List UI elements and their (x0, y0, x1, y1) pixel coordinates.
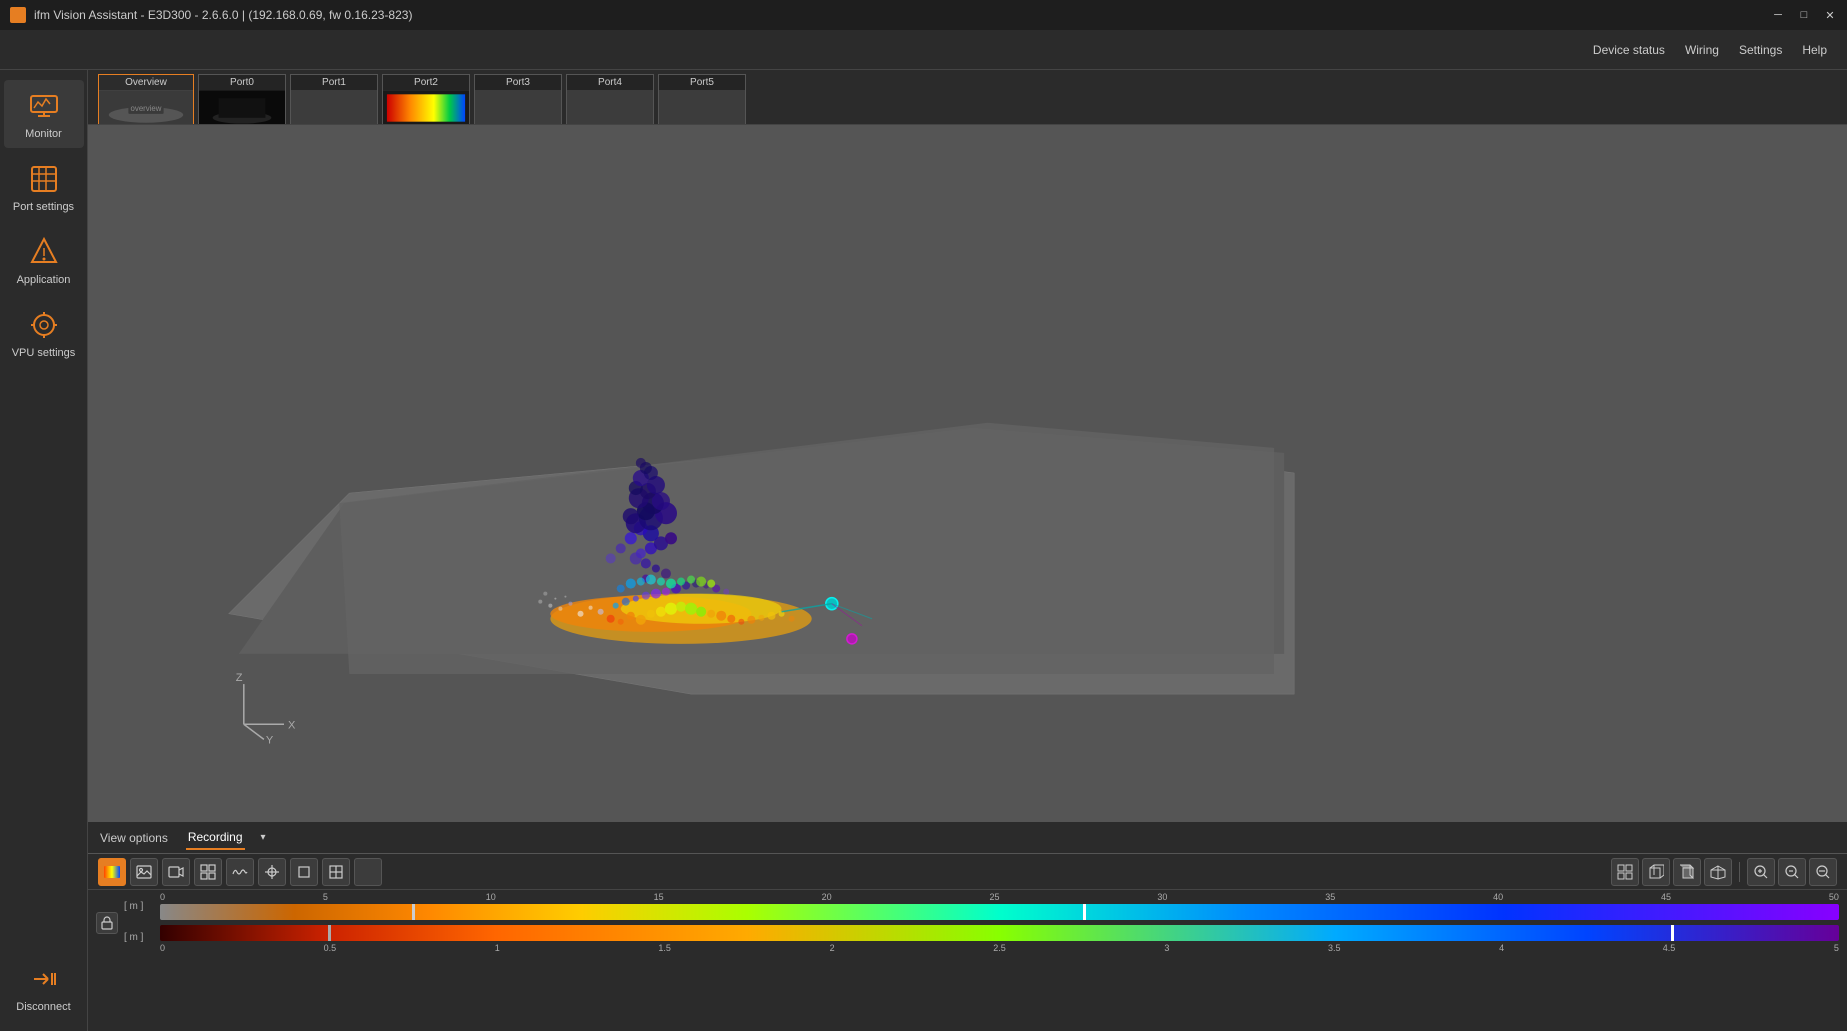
grid-view-button[interactable] (194, 858, 222, 886)
video-record-button[interactable] (162, 858, 190, 886)
port2-thumb (383, 90, 469, 124)
color-map-button[interactable] (98, 858, 126, 886)
port0-tab-label: Port0 (199, 75, 285, 90)
main-layout: Monitor Port settings (0, 70, 1847, 1031)
port1-tab-label: Port1 (291, 75, 377, 90)
bottom-colorbar-left-handle[interactable] (328, 925, 331, 941)
top-scale-numbers: 0 5 10 15 20 25 30 35 40 45 50 (160, 892, 1839, 902)
resize-button[interactable] (322, 858, 350, 886)
sidebar-item-application[interactable]: Application (4, 226, 84, 294)
square-select-button[interactable] (290, 858, 318, 886)
bottom-tabs: View options Recording ▾ (88, 822, 1847, 854)
colorbar-left-handle[interactable] (412, 904, 415, 920)
3d-viewport[interactable]: X Y Z (88, 125, 1847, 821)
fit-view-button[interactable] (1778, 858, 1806, 886)
tab-overview[interactable]: Overview overview (98, 74, 194, 124)
bottom-toolbar (88, 854, 1847, 890)
monitor-icon (26, 88, 62, 124)
port4-thumb (567, 90, 653, 124)
tab-port1[interactable]: Port1 (290, 74, 378, 124)
port5-thumb (659, 90, 745, 124)
settings-link[interactable]: Settings (1739, 43, 1782, 57)
tab-view-options[interactable]: View options (98, 827, 170, 849)
tab-recording[interactable]: Recording (186, 826, 245, 850)
overview-tab-label: Overview (99, 75, 193, 90)
tab-port0[interactable]: Port0 (198, 74, 286, 124)
vpu-settings-icon (26, 307, 62, 343)
colorbar-lock-button[interactable] (96, 912, 118, 934)
cube-corner-button[interactable] (1704, 858, 1732, 886)
sidebar-item-disconnect[interactable]: Disconnect (4, 953, 84, 1021)
colorbar-container: [ m ] 0 5 10 15 20 25 30 35 (88, 890, 1847, 955)
vpu-settings-label: VPU settings (12, 347, 76, 359)
bottom-colorbar[interactable] (160, 925, 1839, 941)
application-icon (26, 234, 62, 270)
disconnect-icon (26, 961, 62, 997)
tab-port3[interactable]: Port3 (474, 74, 562, 124)
port5-tab-label: Port5 (659, 75, 745, 90)
sidebar-item-vpu-settings[interactable]: VPU settings (4, 299, 84, 367)
window-title: ifm Vision Assistant - E3D300 - 2.6.6.0 … (34, 8, 412, 22)
minimize-button[interactable]: ─ (1771, 8, 1785, 22)
dots-grid-button[interactable] (354, 858, 382, 886)
bottom-scale-numbers: 0 0.5 1 1.5 2 2.5 3 3.5 4 4.5 5 (160, 943, 1839, 953)
crosshair-button[interactable] (258, 858, 286, 886)
application-label: Application (17, 274, 71, 286)
sidebar-item-monitor[interactable]: Monitor (4, 80, 84, 148)
scene-svg: X Y Z (88, 125, 1847, 821)
colorbar-main: [ m ] 0 5 10 15 20 25 30 35 (124, 892, 1839, 953)
overview-thumb: overview (99, 90, 193, 124)
wiring-link[interactable]: Wiring (1685, 43, 1719, 57)
tab-port2[interactable]: Port2 (382, 74, 470, 124)
cube-side-button[interactable] (1673, 858, 1701, 886)
port3-thumb (475, 90, 561, 124)
maximize-button[interactable]: □ (1797, 8, 1811, 22)
sidebar-item-port-settings[interactable]: Port settings (4, 153, 84, 221)
port0-thumb (199, 90, 285, 124)
disconnect-label: Disconnect (16, 1001, 70, 1013)
bottom-bar-label: [ m ] (124, 932, 156, 943)
svg-text:overview: overview (131, 104, 162, 113)
app-icon (10, 7, 26, 23)
sidebar: Monitor Port settings (0, 70, 88, 1031)
titlebar-left: ifm Vision Assistant - E3D300 - 2.6.6.0 … (10, 7, 412, 23)
titlebar: ifm Vision Assistant - E3D300 - 2.6.6.0 … (0, 0, 1847, 30)
port3-tab-label: Port3 (475, 75, 561, 90)
tab-port4[interactable]: Port4 (566, 74, 654, 124)
port4-tab-label: Port4 (567, 75, 653, 90)
zoom-out-button[interactable] (1809, 858, 1837, 886)
svg-text:X: X (288, 719, 296, 731)
bottom-panel: View options Recording ▾ (88, 821, 1847, 1031)
recording-dropdown-arrow[interactable]: ▾ (261, 832, 266, 843)
tab-port5[interactable]: Port5 (658, 74, 746, 124)
tab-strip: Overview overview Port0 (88, 70, 1847, 125)
port1-thumb (291, 90, 377, 124)
grid3d-button[interactable] (1611, 858, 1639, 886)
port-settings-icon (26, 161, 62, 197)
top-bar-label: [ m ] (124, 901, 156, 912)
port2-tab-label: Port2 (383, 75, 469, 90)
close-button[interactable]: ✕ (1823, 8, 1837, 22)
svg-text:Z: Z (236, 672, 243, 684)
monitor-label: Monitor (25, 128, 62, 140)
image-view-button[interactable] (130, 858, 158, 886)
wave-button[interactable] (226, 858, 254, 886)
topnav: Device status Wiring Settings Help (0, 30, 1847, 70)
disconnect-section: Disconnect (4, 953, 84, 1031)
help-link[interactable]: Help (1802, 43, 1827, 57)
cube-front-button[interactable] (1642, 858, 1670, 886)
content-area: Overview overview Port0 (88, 70, 1847, 1031)
toolbar-separator (1739, 862, 1740, 882)
bottom-colorbar-right-handle[interactable] (1671, 925, 1674, 941)
window-controls: ─ □ ✕ (1771, 8, 1837, 22)
device-status-link[interactable]: Device status (1593, 43, 1665, 57)
zoom-in-button[interactable] (1747, 858, 1775, 886)
svg-text:Y: Y (266, 734, 274, 746)
colorbar-right-handle[interactable] (1083, 904, 1086, 920)
port-settings-label: Port settings (13, 201, 74, 213)
